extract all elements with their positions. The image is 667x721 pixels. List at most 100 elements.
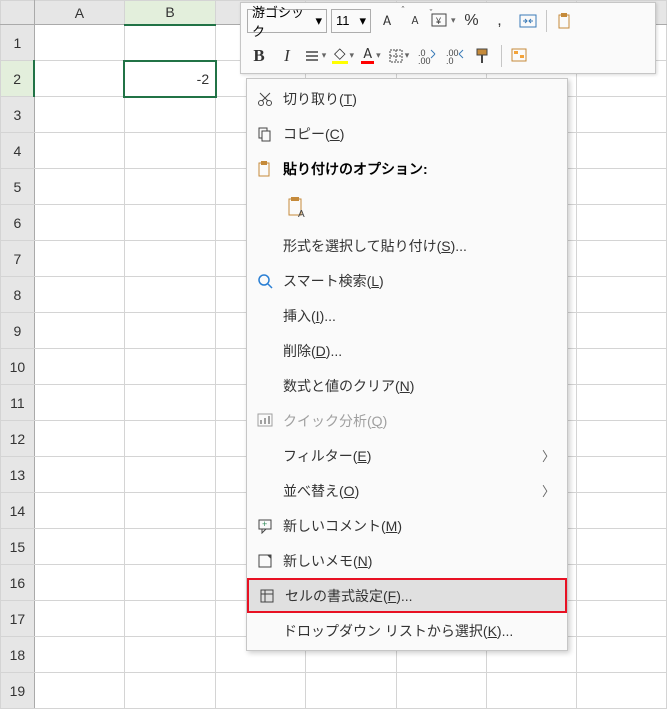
cell[interactable] xyxy=(34,169,124,205)
col-header-b[interactable]: B xyxy=(124,1,215,25)
cell[interactable] xyxy=(34,565,124,601)
comma-icon[interactable]: , xyxy=(488,9,512,33)
cell[interactable] xyxy=(34,313,124,349)
cell[interactable] xyxy=(34,457,124,493)
cell[interactable] xyxy=(34,61,124,97)
decrease-font-icon[interactable]: A xyxy=(403,9,427,33)
cell[interactable] xyxy=(576,421,666,457)
align-icon[interactable]: ▾ xyxy=(303,44,327,68)
cell[interactable] xyxy=(34,349,124,385)
cell[interactable] xyxy=(124,241,215,277)
cell[interactable] xyxy=(124,601,215,637)
row-header[interactable]: 10 xyxy=(1,349,35,385)
row-header[interactable]: 11 xyxy=(1,385,35,421)
cell[interactable] xyxy=(576,277,666,313)
cell[interactable] xyxy=(124,385,215,421)
cell[interactable] xyxy=(576,457,666,493)
cell[interactable] xyxy=(124,637,215,673)
row-header[interactable]: 18 xyxy=(1,637,35,673)
cell[interactable] xyxy=(124,277,215,313)
cell[interactable] xyxy=(34,493,124,529)
cell[interactable] xyxy=(576,565,666,601)
cell[interactable] xyxy=(124,673,215,709)
menu-insert[interactable]: 挿入(I)... xyxy=(247,298,567,333)
menu-new-note[interactable]: 新しいメモ(N) xyxy=(247,543,567,578)
cell[interactable] xyxy=(34,25,124,61)
cell[interactable] xyxy=(576,133,666,169)
font-color-icon[interactable]: A▾ xyxy=(359,44,383,68)
cell[interactable] xyxy=(306,673,396,709)
row-header[interactable]: 3 xyxy=(1,97,35,133)
format-painter-icon[interactable] xyxy=(471,44,495,68)
row-header[interactable]: 16 xyxy=(1,565,35,601)
select-all-corner[interactable] xyxy=(1,1,35,25)
menu-format-cells[interactable]: セルの書式設定(F)... xyxy=(247,578,567,613)
font-name-select[interactable]: 游ゴシック▾ xyxy=(247,9,327,33)
merge-center-icon[interactable] xyxy=(516,9,540,33)
cell[interactable] xyxy=(576,169,666,205)
cell[interactable] xyxy=(34,673,124,709)
row-header[interactable]: 5 xyxy=(1,169,35,205)
cell[interactable] xyxy=(576,601,666,637)
cell[interactable] xyxy=(34,529,124,565)
cell[interactable] xyxy=(34,637,124,673)
cell[interactable] xyxy=(576,673,666,709)
cell[interactable] xyxy=(576,493,666,529)
cell[interactable] xyxy=(486,673,576,709)
cell[interactable] xyxy=(124,133,215,169)
cell[interactable] xyxy=(34,385,124,421)
cell[interactable] xyxy=(396,673,486,709)
increase-font-icon[interactable]: A xyxy=(375,9,399,33)
row-header[interactable]: 6 xyxy=(1,205,35,241)
menu-delete[interactable]: 削除(D)... xyxy=(247,333,567,368)
row-header[interactable]: 1 xyxy=(1,25,35,61)
menu-copy[interactable]: コピー(C) xyxy=(247,116,567,151)
cell[interactable] xyxy=(124,421,215,457)
accounting-format-icon[interactable]: ¥▾ xyxy=(431,9,456,33)
cell[interactable] xyxy=(34,421,124,457)
cell[interactable] xyxy=(124,25,215,61)
fill-color-icon[interactable]: ◇▾ xyxy=(331,44,355,68)
paste-option-standard[interactable]: A xyxy=(283,192,313,222)
cell[interactable] xyxy=(124,169,215,205)
row-header[interactable]: 7 xyxy=(1,241,35,277)
row-header[interactable]: 14 xyxy=(1,493,35,529)
cell[interactable] xyxy=(34,601,124,637)
cell[interactable] xyxy=(576,205,666,241)
cell[interactable] xyxy=(124,493,215,529)
menu-clear[interactable]: 数式と値のクリア(N) xyxy=(247,368,567,403)
row-header[interactable]: 2 xyxy=(1,61,35,97)
increase-decimal-icon[interactable]: .0.00 xyxy=(415,44,439,68)
borders-icon[interactable]: ▾ xyxy=(387,44,411,68)
cell[interactable] xyxy=(34,133,124,169)
row-header[interactable]: 12 xyxy=(1,421,35,457)
conditional-format-icon[interactable] xyxy=(508,44,532,68)
cell[interactable] xyxy=(124,205,215,241)
clipboard-icon[interactable] xyxy=(553,9,577,33)
col-header-a[interactable]: A xyxy=(34,1,124,25)
menu-cut[interactable]: 切り取り(T) xyxy=(247,81,567,116)
row-header[interactable]: 9 xyxy=(1,313,35,349)
italic-button[interactable]: I xyxy=(275,44,299,68)
cell[interactable] xyxy=(576,313,666,349)
row-header[interactable]: 8 xyxy=(1,277,35,313)
cell[interactable] xyxy=(124,313,215,349)
decrease-decimal-icon[interactable]: .00.0 xyxy=(443,44,467,68)
menu-sort[interactable]: 並べ替え(O) 〉 xyxy=(247,473,567,508)
cell[interactable] xyxy=(124,529,215,565)
cell[interactable] xyxy=(124,97,215,133)
cell[interactable] xyxy=(34,277,124,313)
cell[interactable] xyxy=(576,97,666,133)
row-header[interactable]: 19 xyxy=(1,673,35,709)
bold-button[interactable]: B xyxy=(247,44,271,68)
menu-filter[interactable]: フィルター(E) 〉 xyxy=(247,438,567,473)
cell[interactable] xyxy=(34,97,124,133)
menu-paste-special[interactable]: 形式を選択して貼り付け(S)... xyxy=(247,228,567,263)
row-header[interactable]: 13 xyxy=(1,457,35,493)
menu-new-comment[interactable]: + 新しいコメント(M) xyxy=(247,508,567,543)
row-header[interactable]: 4 xyxy=(1,133,35,169)
cell[interactable] xyxy=(124,457,215,493)
percent-icon[interactable]: % xyxy=(460,9,484,33)
cell[interactable] xyxy=(576,349,666,385)
cell[interactable] xyxy=(576,385,666,421)
